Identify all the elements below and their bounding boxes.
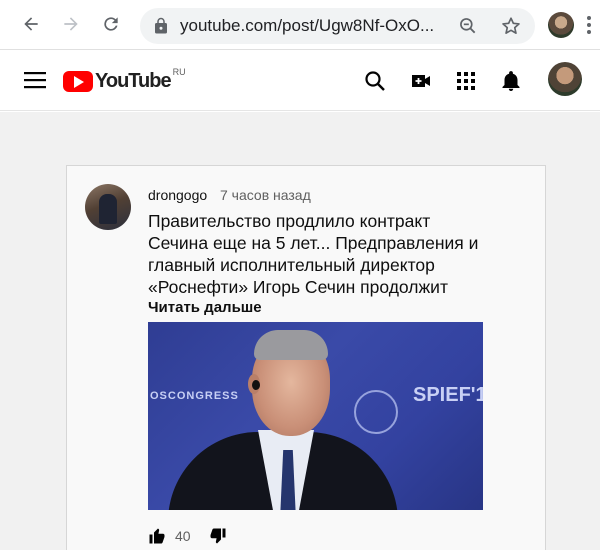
youtube-header: YouTube RU bbox=[0, 51, 600, 111]
notifications-icon[interactable] bbox=[499, 69, 523, 93]
like-count: 40 bbox=[175, 528, 191, 544]
youtube-logo[interactable]: YouTube RU bbox=[63, 67, 186, 93]
address-bar[interactable]: youtube.com/post/Ugw8Nf-OxO... bbox=[140, 8, 535, 44]
forward-icon bbox=[64, 17, 78, 31]
forward-button[interactable] bbox=[57, 10, 85, 38]
browser-profile-avatar[interactable] bbox=[548, 12, 574, 38]
create-video-icon[interactable] bbox=[409, 69, 433, 93]
image-text-right: SPIEF'1 bbox=[413, 384, 483, 406]
dislike-icon[interactable] bbox=[209, 527, 227, 545]
region-code: RU bbox=[172, 67, 186, 77]
image-text-left: OSCONGRESS bbox=[150, 390, 239, 402]
browser-toolbar: youtube.com/post/Ugw8Nf-OxO... bbox=[0, 0, 600, 50]
author-avatar[interactable] bbox=[85, 184, 131, 230]
zoom-icon[interactable] bbox=[458, 16, 478, 36]
reload-icon bbox=[104, 17, 118, 31]
back-icon bbox=[24, 17, 38, 31]
account-avatar[interactable] bbox=[548, 62, 582, 96]
logo-word: YouTube bbox=[95, 69, 172, 92]
read-more-link[interactable]: Читать дальше bbox=[148, 299, 262, 316]
post-timestamp[interactable]: 7 часов назад bbox=[220, 187, 311, 203]
menu-icon[interactable] bbox=[24, 71, 46, 89]
url-text[interactable]: youtube.com/post/Ugw8Nf-OxO... bbox=[180, 16, 448, 36]
like-icon[interactable] bbox=[148, 527, 166, 545]
search-icon[interactable] bbox=[363, 69, 387, 93]
reload-button[interactable] bbox=[97, 10, 125, 38]
post-text: Правительство продлило контракт Сечина е… bbox=[148, 211, 479, 297]
apps-icon[interactable] bbox=[454, 69, 478, 93]
youtube-play-icon bbox=[63, 70, 93, 92]
back-button[interactable] bbox=[17, 10, 45, 38]
post-image[interactable]: OSCONGRESS SPIEF'1 bbox=[148, 322, 483, 510]
more-options-icon[interactable] bbox=[584, 14, 594, 36]
author-name[interactable]: drongogo bbox=[148, 187, 207, 203]
lock-icon[interactable] bbox=[152, 17, 170, 35]
star-icon[interactable] bbox=[500, 15, 522, 37]
forum-emblem bbox=[354, 390, 398, 434]
